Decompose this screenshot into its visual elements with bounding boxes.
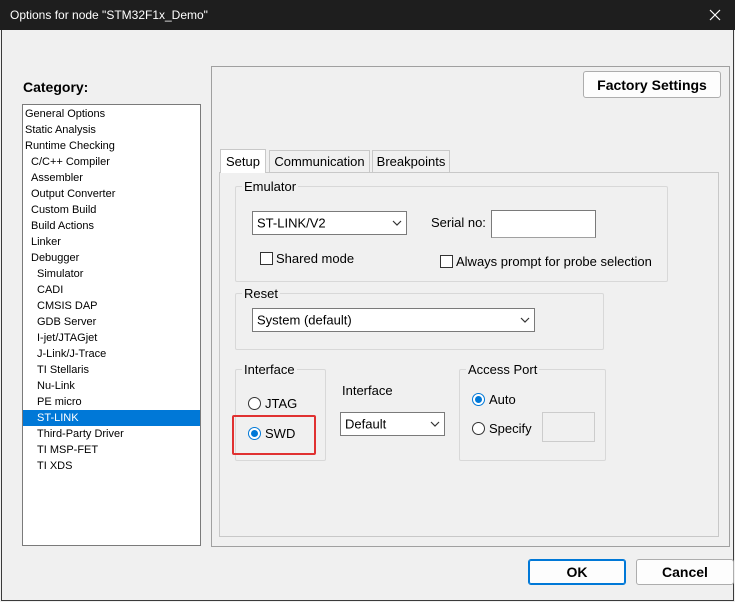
category-item[interactable]: I-jet/JTAGjet xyxy=(23,330,200,346)
category-item[interactable]: CMSIS DAP xyxy=(23,298,200,314)
category-item[interactable]: TI MSP-FET xyxy=(23,442,200,458)
checkbox-box xyxy=(260,252,273,265)
emulator-group-label: Emulator xyxy=(242,179,299,194)
auto-label: Auto xyxy=(489,392,516,407)
category-item[interactable]: Custom Build xyxy=(23,202,200,218)
category-item[interactable]: Linker xyxy=(23,234,200,250)
always-prompt-checkbox[interactable]: Always prompt for probe selection xyxy=(440,254,652,269)
chevron-down-icon xyxy=(392,220,402,226)
jtag-label: JTAG xyxy=(265,396,298,411)
reset-dropdown[interactable]: System (default) xyxy=(252,308,535,332)
serial-no-input[interactable] xyxy=(491,210,596,238)
auto-radio[interactable]: Auto xyxy=(472,392,516,407)
tab-setup[interactable]: Setup xyxy=(220,149,266,173)
cancel-button[interactable]: Cancel xyxy=(636,559,734,585)
tab-communication[interactable]: Communication xyxy=(269,150,370,172)
specify-radio[interactable]: Specify xyxy=(472,421,532,436)
shared-mode-label: Shared mode xyxy=(276,251,355,266)
category-label: Category: xyxy=(23,79,89,95)
radio-circle xyxy=(248,397,261,410)
radio-circle xyxy=(472,422,485,435)
reset-selected: System (default) xyxy=(257,312,352,328)
always-prompt-label: Always prompt for probe selection xyxy=(456,254,652,269)
checkbox-box xyxy=(440,255,453,268)
specify-input[interactable] xyxy=(542,412,595,442)
chevron-down-icon xyxy=(430,421,440,427)
category-item[interactable]: Third-Party Driver xyxy=(23,426,200,442)
interface-selected: Default xyxy=(345,416,387,432)
factory-settings-button[interactable]: Factory Settings xyxy=(583,71,721,98)
category-item[interactable]: General Options xyxy=(23,106,200,122)
category-item[interactable]: Debugger xyxy=(23,250,200,266)
category-item[interactable]: Static Analysis xyxy=(23,122,200,138)
category-list[interactable]: General Options Static Analysis Runtime Ch… xyxy=(22,104,201,546)
category-item[interactable]: ST-LINK xyxy=(23,410,200,426)
category-item[interactable]: Output Converter xyxy=(23,186,200,202)
category-item[interactable]: Simulator xyxy=(23,266,200,282)
category-item[interactable]: Runtime Checking xyxy=(23,138,200,154)
category-item[interactable]: TI XDS xyxy=(23,458,200,474)
radio-circle-selected xyxy=(472,393,485,406)
interface-group-label: Interface xyxy=(242,362,297,377)
category-item[interactable]: J-Link/J-Trace xyxy=(23,346,200,362)
serial-no-label: Serial no: xyxy=(431,215,486,230)
title-bar: Options for node "STM32F1x_Demo" xyxy=(0,0,735,30)
category-item[interactable]: C/C++ Compiler xyxy=(23,154,200,170)
shared-mode-checkbox[interactable]: Shared mode xyxy=(260,251,354,266)
category-item[interactable]: Nu-Link xyxy=(23,378,200,394)
close-button[interactable] xyxy=(695,0,735,30)
category-item[interactable]: CADI xyxy=(23,282,200,298)
reset-group-label: Reset xyxy=(242,286,280,301)
emulator-selected: ST-LINK/V2 xyxy=(257,215,326,231)
category-item[interactable]: PE micro xyxy=(23,394,200,410)
swd-highlight-box xyxy=(232,415,316,455)
window-title: Options for node "STM32F1x_Demo" xyxy=(10,8,208,22)
category-item[interactable]: Build Actions xyxy=(23,218,200,234)
specify-label: Specify xyxy=(489,421,532,436)
category-item[interactable]: GDB Server xyxy=(23,314,200,330)
emulator-dropdown[interactable]: ST-LINK/V2 xyxy=(252,211,407,235)
interface-dropdown-label: Interface xyxy=(342,383,393,398)
category-item[interactable]: Assembler xyxy=(23,170,200,186)
chevron-down-icon xyxy=(520,317,530,323)
close-icon xyxy=(709,9,721,21)
access-port-group-label: Access Port xyxy=(466,362,540,377)
tab-breakpoints[interactable]: Breakpoints xyxy=(372,150,450,172)
category-item[interactable]: TI Stellaris xyxy=(23,362,200,378)
interface-dropdown[interactable]: Default xyxy=(340,412,445,436)
jtag-radio[interactable]: JTAG xyxy=(248,396,297,411)
ok-button[interactable]: OK xyxy=(528,559,626,585)
